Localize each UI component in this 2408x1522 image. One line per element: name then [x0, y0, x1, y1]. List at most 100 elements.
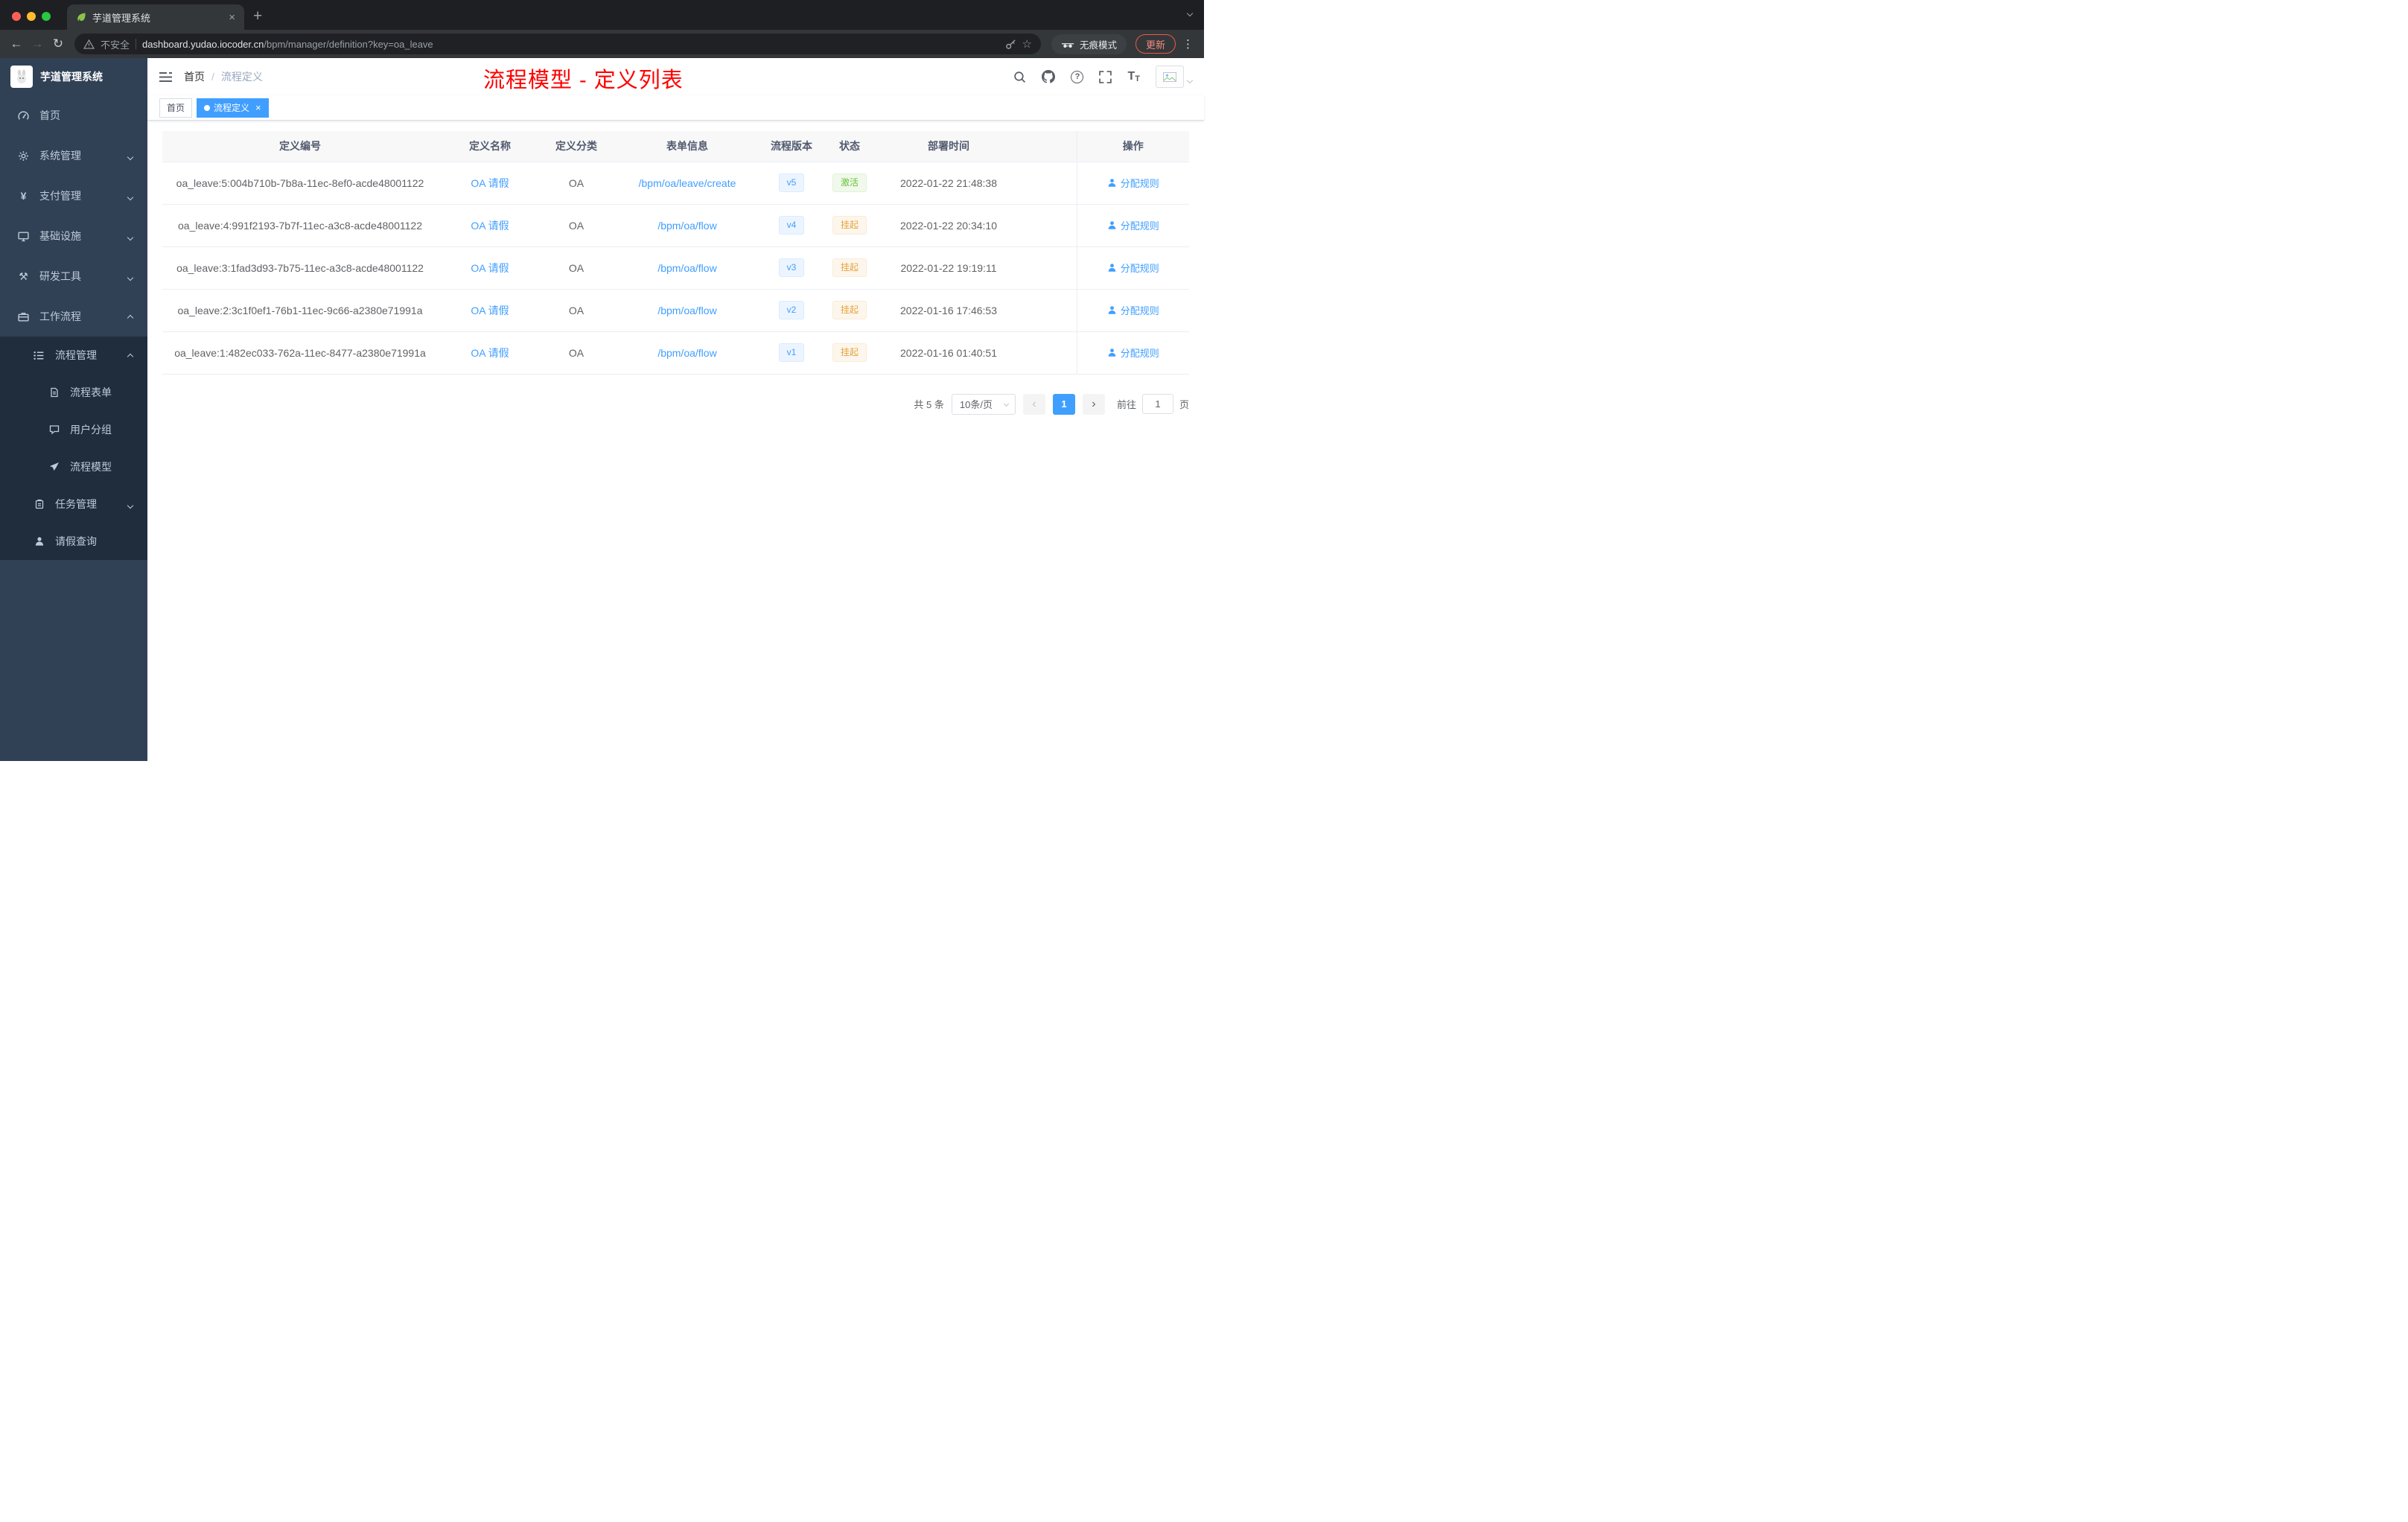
sidebar-item-process-models[interactable]: 流程模型	[0, 448, 147, 485]
not-secure-warning-icon	[83, 39, 95, 49]
assign-rule-button[interactable]: 分配规则	[1107, 218, 1159, 232]
reload-button[interactable]: ↻	[48, 34, 69, 54]
cell-category: OA	[542, 204, 611, 247]
sidebar-item-infrastructure[interactable]: 基础设施	[0, 216, 147, 256]
briefcase-icon	[17, 311, 30, 322]
browser-update-button[interactable]: 更新	[1135, 34, 1176, 54]
cell-id: oa_leave:3:1fad3d93-7b75-11ec-a3c8-acde4…	[162, 246, 438, 290]
not-secure-label: 不安全	[101, 39, 130, 51]
form-link[interactable]: /bpm/oa/flow	[657, 347, 716, 359]
form-link[interactable]: /bpm/oa/flow	[657, 305, 716, 316]
table-row: oa_leave:1:482ec033-762a-11ec-8477-a2380…	[162, 331, 1189, 375]
page-number-button[interactable]: 1	[1052, 393, 1075, 415]
tag-close-icon[interactable]: ×	[255, 102, 261, 113]
sidebar-item-system[interactable]: 系统管理	[0, 136, 147, 176]
chat-icon	[48, 424, 60, 435]
sidebar-item-label: 系统管理	[39, 150, 81, 162]
definition-name-link[interactable]: OA 请假	[471, 347, 509, 359]
sidebar-item-home[interactable]: 首页	[0, 95, 147, 136]
sidebar-item-label: 任务管理	[55, 498, 97, 510]
definition-name-link[interactable]: OA 请假	[471, 262, 509, 274]
chevron-down-icon	[127, 498, 134, 510]
forward-button[interactable]: →	[27, 34, 48, 54]
form-link[interactable]: /bpm/oa/flow	[657, 262, 716, 274]
top-navbar: 首页 / 流程定义 流程模型 - 定义列表 ? TT	[147, 58, 1204, 95]
col-header-name: 定义名称	[438, 131, 542, 162]
active-dot	[204, 104, 211, 111]
form-link[interactable]: /bpm/oa/flow	[657, 220, 716, 232]
browser-menu-kebab-icon[interactable]: ⋮	[1182, 37, 1194, 51]
browser-chrome: 芋道管理系统 × + ← → ↻ 不安全 dashboard.yudao.ioc…	[0, 0, 1204, 58]
breadcrumb-separator: /	[211, 71, 214, 83]
back-button[interactable]: ←	[6, 34, 27, 54]
font-size-large: T	[1127, 70, 1135, 83]
status-badge: 挂起	[832, 258, 867, 277]
fullscreen-icon[interactable]	[1099, 70, 1112, 83]
font-size-icon[interactable]: TT	[1127, 70, 1140, 83]
definition-name-link[interactable]: OA 请假	[471, 305, 509, 316]
sidebar-item-leave-query[interactable]: 请假查询	[0, 523, 147, 560]
cell-category: OA	[542, 289, 611, 332]
table-row: oa_leave:3:1fad3d93-7b75-11ec-a3c8-acde4…	[162, 246, 1189, 290]
tab-close-icon[interactable]: ×	[227, 11, 237, 24]
prev-page-button[interactable]: ‹	[1022, 393, 1045, 415]
sidebar-item-user-groups[interactable]: 用户分组	[0, 411, 147, 448]
tab-strip: 芋道管理系统 × +	[0, 0, 1204, 30]
password-key-icon[interactable]	[1005, 39, 1016, 50]
definition-name-link[interactable]: OA 请假	[471, 220, 509, 232]
assign-rule-button[interactable]: 分配规则	[1107, 303, 1159, 317]
window-minimize-button[interactable]	[27, 12, 36, 21]
cell-time: 2022-01-22 20:34:10	[880, 204, 1017, 247]
new-tab-button[interactable]: +	[253, 8, 262, 24]
browser-tab[interactable]: 芋道管理系统 ×	[67, 4, 244, 30]
sidebar-item-workflow[interactable]: 工作流程	[0, 296, 147, 337]
sidebar-item-process-management[interactable]: 流程管理	[0, 337, 147, 374]
definition-name-link[interactable]: OA 请假	[471, 177, 509, 189]
page-content: 定义编号 定义名称 定义分类 表单信息 流程版本 状态 部署时间 操作 oa_l…	[147, 121, 1204, 761]
table-header-row: 定义编号 定义名称 定义分类 表单信息 流程版本 状态 部署时间 操作	[162, 131, 1189, 162]
col-header-version: 流程版本	[764, 131, 819, 162]
dashboard-icon	[17, 110, 30, 121]
app-title: 芋道管理系统	[40, 71, 103, 83]
sidebar-collapse-icon[interactable]	[159, 71, 172, 83]
sidebar-item-task-management[interactable]: 任务管理	[0, 485, 147, 523]
window-zoom-button[interactable]	[42, 12, 51, 21]
help-question-icon[interactable]: ?	[1071, 70, 1084, 83]
clipboard-icon	[33, 499, 45, 509]
status-badge: 挂起	[832, 216, 867, 235]
search-icon[interactable]	[1013, 71, 1026, 83]
bookmark-star-icon[interactable]: ☆	[1022, 37, 1032, 51]
logo-avatar	[10, 66, 33, 88]
assign-rule-button[interactable]: 分配规则	[1107, 261, 1159, 275]
page-size-select[interactable]: 10条/页	[951, 393, 1016, 415]
action-label: 分配规则	[1120, 220, 1159, 232]
next-page-button[interactable]: ›	[1082, 393, 1105, 415]
form-link[interactable]: /bpm/oa/leave/create	[639, 177, 736, 189]
person-icon	[1108, 179, 1116, 187]
table-row: oa_leave:2:3c1f0ef1-76b1-11ec-9c66-a2380…	[162, 289, 1189, 332]
address-bar[interactable]: 不安全 dashboard.yudao.iocoder.cn/bpm/manag…	[74, 34, 1041, 54]
breadcrumb-home[interactable]: 首页	[184, 69, 205, 84]
tag-process-definition[interactable]: 流程定义 ×	[197, 98, 269, 118]
url-host: dashboard.yudao.iocoder.cn	[142, 38, 264, 50]
goto-page-input[interactable]	[1141, 394, 1173, 414]
sidebar-logo[interactable]: 芋道管理系统	[0, 58, 147, 95]
sidebar: 芋道管理系统 首页 系统管理 ¥ 支付管理 基础设施 ⚒ 研发工具 工作流程 流…	[0, 58, 147, 761]
sidebar-item-label: 基础设施	[39, 230, 81, 242]
github-icon[interactable]	[1042, 70, 1056, 83]
definition-table: 定义编号 定义名称 定义分类 表单信息 流程版本 状态 部署时间 操作 oa_l…	[162, 131, 1189, 375]
tag-home[interactable]: 首页	[159, 98, 193, 118]
sidebar-item-process-forms[interactable]: 流程表单	[0, 374, 147, 411]
tab-search-chevron-icon[interactable]	[1186, 6, 1194, 19]
assign-rule-button[interactable]: 分配规则	[1107, 176, 1159, 190]
version-badge: v1	[778, 343, 805, 362]
sidebar-item-payment[interactable]: ¥ 支付管理	[0, 176, 147, 216]
sidebar-item-label: 流程管理	[55, 349, 97, 361]
assign-rule-button[interactable]: 分配规则	[1107, 346, 1159, 360]
sidebar-item-devtools[interactable]: ⚒ 研发工具	[0, 256, 147, 296]
window-close-button[interactable]	[12, 12, 21, 21]
action-label: 分配规则	[1120, 263, 1159, 274]
col-header-category: 定义分类	[542, 131, 611, 162]
tab-title: 芋道管理系统	[92, 12, 151, 24]
user-avatar[interactable]	[1156, 66, 1194, 88]
